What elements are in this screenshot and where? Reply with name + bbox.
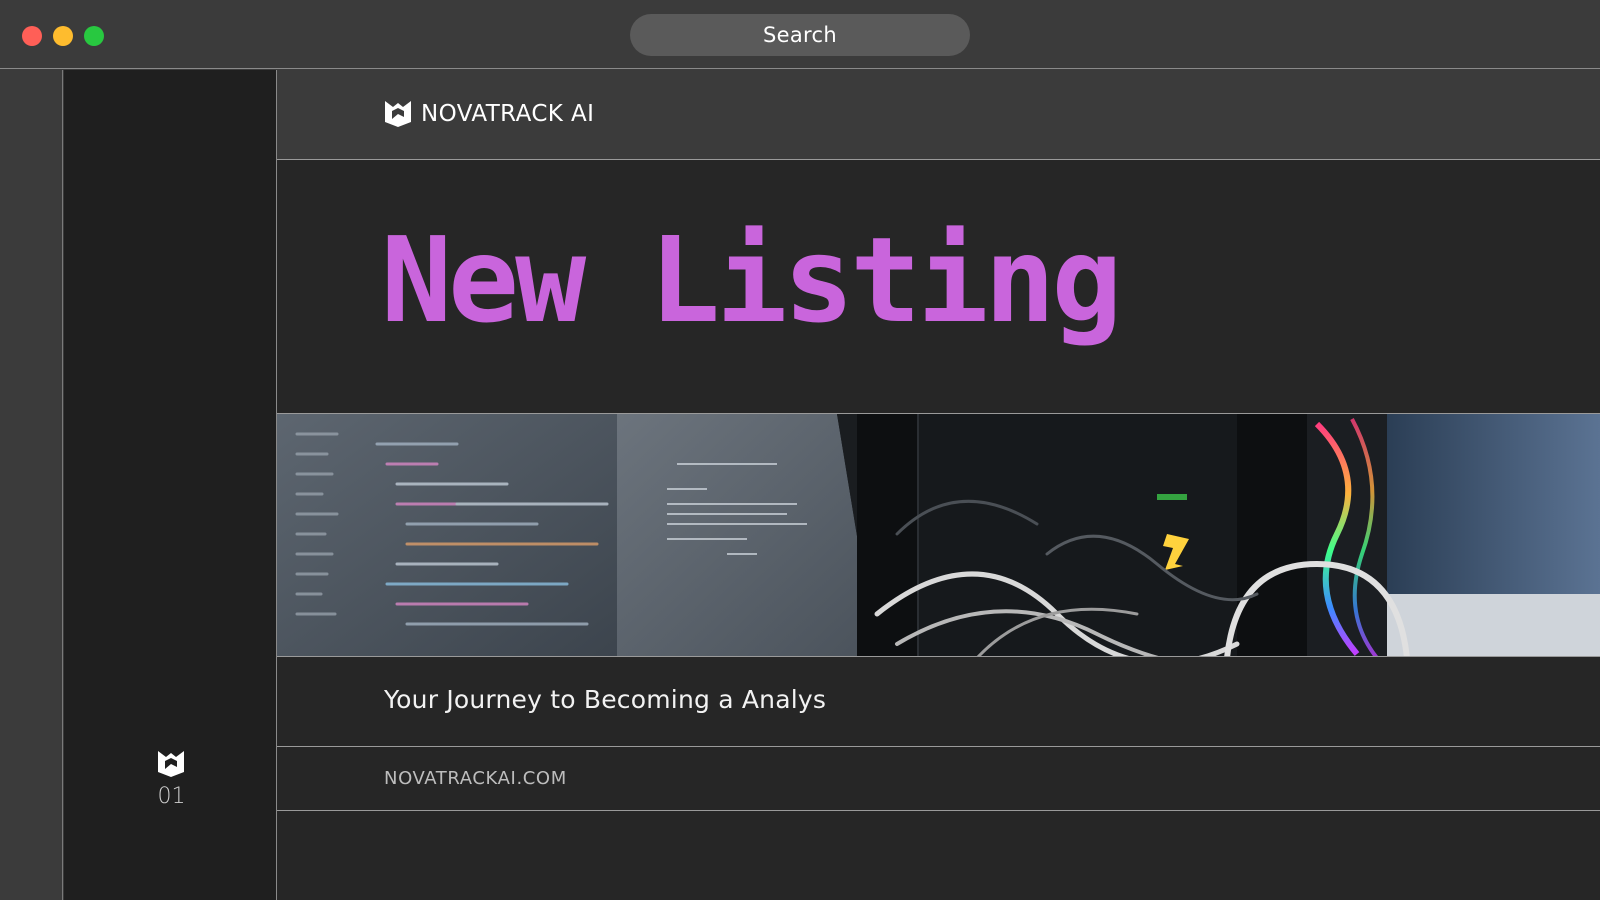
banner-image: [277, 413, 1600, 657]
page-number: 01: [157, 784, 186, 809]
hero-title: New Listing: [381, 211, 1122, 349]
search-label: Search: [763, 23, 837, 47]
sidebar: 01: [64, 70, 277, 900]
search-bar[interactable]: Search: [630, 14, 970, 56]
novatrack-logo-icon: [158, 751, 184, 777]
url-row: NOVATRACKAI.COM: [277, 747, 1600, 811]
title-bar: Search: [0, 0, 1600, 69]
site-url[interactable]: NOVATRACKAI.COM: [384, 768, 567, 789]
banner-illustration: [277, 414, 1600, 656]
app-window: Search 01 NOVATRACK AI New Listing Your …: [0, 0, 1600, 900]
subtitle: Your Journey to Becoming a Analys: [384, 685, 827, 714]
main-content: NOVATRACK AI New Listing Your Journey to…: [277, 70, 1600, 900]
minimize-window-button[interactable]: [53, 26, 73, 46]
brand-header: NOVATRACK AI: [277, 70, 1600, 160]
brand-name: NOVATRACK AI: [421, 101, 595, 127]
maximize-window-button[interactable]: [84, 26, 104, 46]
novatrack-logo-icon: [385, 101, 411, 127]
left-gutter: [0, 70, 63, 900]
close-window-button[interactable]: [22, 26, 42, 46]
subtitle-row: Your Journey to Becoming a Analys: [277, 657, 1600, 747]
